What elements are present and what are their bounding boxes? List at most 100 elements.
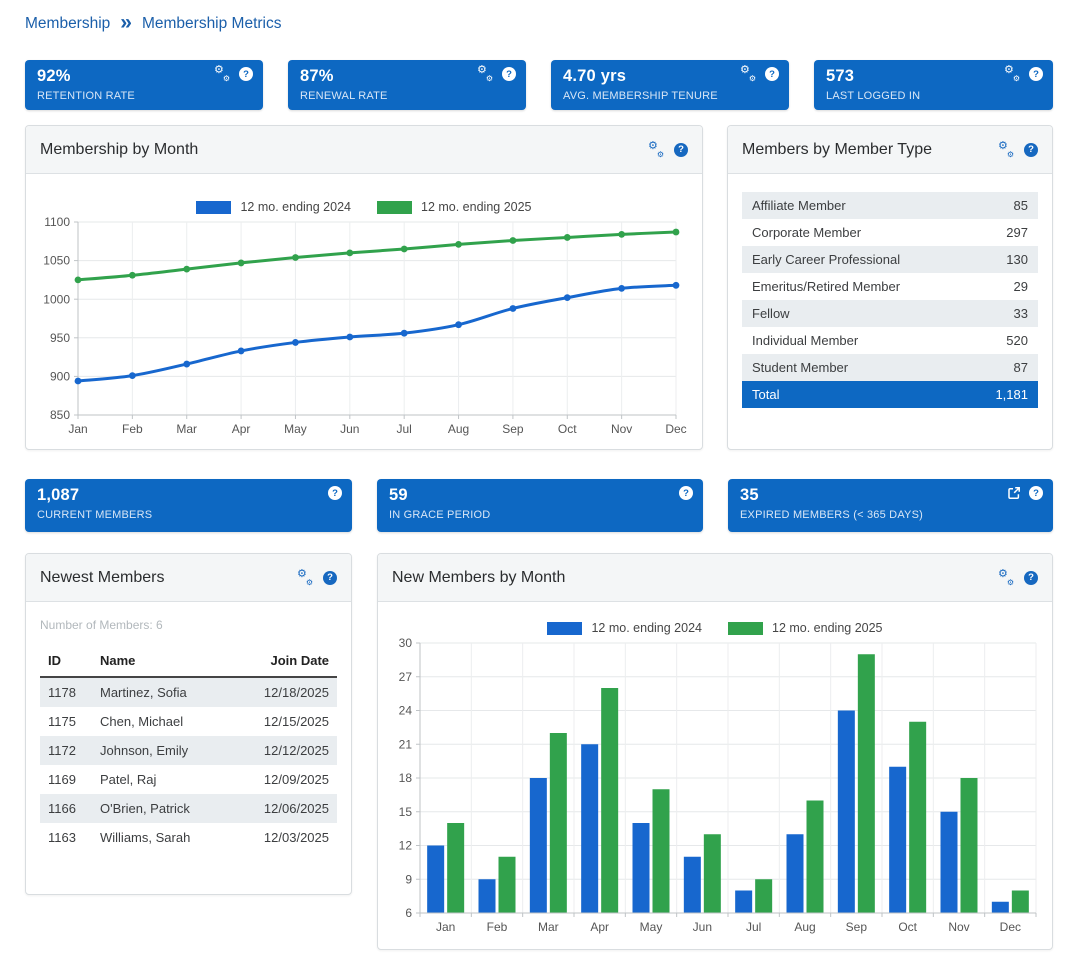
help-icon[interactable]: ? [674, 143, 688, 157]
svg-text:850: 850 [50, 408, 70, 422]
legend-item[interactable]: 12 mo. ending 2024 [196, 200, 351, 214]
help-icon[interactable]: ? [765, 67, 779, 81]
membership-by-month-card: Membership by Month ⚙⚙ ? 12 mo. ending 2… [25, 125, 703, 450]
newest-members-table: ID Name Join Date 1178Martinez, Sofia12/… [40, 647, 337, 852]
card-header: Newest Members ⚙⚙ ? [26, 554, 351, 602]
member-type-name: Fellow [742, 300, 968, 327]
help-icon[interactable]: ? [323, 571, 337, 585]
member-type-name: Emeritus/Retired Member [742, 273, 968, 300]
svg-text:27: 27 [399, 670, 413, 684]
legend-swatch [377, 201, 412, 214]
kpi-label: IN GRACE PERIOD [389, 509, 691, 521]
member-type-row: Emeritus/Retired Member29 [742, 273, 1038, 300]
help-icon[interactable]: ? [328, 486, 342, 500]
breadcrumb-membership-metrics[interactable]: Membership Metrics [142, 15, 282, 33]
help-icon[interactable]: ? [1029, 67, 1043, 81]
svg-text:18: 18 [399, 771, 413, 785]
member-type-count: 29 [968, 273, 1038, 300]
kpi-label: CURRENT MEMBERS [37, 509, 340, 521]
chart-legend: 12 mo. ending 2024 12 mo. ending 2025 [390, 621, 1040, 635]
legend-label: 12 mo. ending 2025 [421, 200, 532, 214]
column-header-join-date: Join Date [245, 647, 337, 677]
svg-text:Oct: Oct [558, 422, 577, 436]
svg-text:Sep: Sep [846, 920, 868, 934]
svg-text:Jun: Jun [340, 422, 359, 436]
new-members-bar-chart: 6912151821242730JanFebMarAprMayJunJulAug… [390, 637, 1040, 941]
table-row: 1169Patel, Raj12/09/2025 [40, 765, 337, 794]
member-type-count: 87 [968, 354, 1038, 381]
settings-icon[interactable]: ⚙⚙ [214, 67, 231, 81]
card-header: New Members by Month ⚙⚙ ? [378, 554, 1052, 602]
kpi-card-expired-members: ? 35 EXPIRED MEMBERS (< 365 DAYS) [728, 479, 1053, 532]
member-join-date: 12/15/2025 [245, 707, 337, 736]
help-icon[interactable]: ? [679, 486, 693, 500]
svg-text:6: 6 [405, 906, 412, 920]
svg-text:Aug: Aug [794, 920, 815, 934]
kpi-value: 35 [740, 486, 1041, 505]
chart-legend: 12 mo. ending 2024 12 mo. ending 2025 [38, 200, 690, 214]
settings-icon[interactable]: ⚙⚙ [1004, 67, 1021, 81]
member-name: Johnson, Emily [92, 736, 245, 765]
help-icon[interactable]: ? [1024, 143, 1038, 157]
legend-swatch [547, 622, 582, 635]
member-type-count: 130 [968, 246, 1038, 273]
svg-text:Apr: Apr [232, 422, 251, 436]
total-label: Total [742, 381, 968, 408]
kpi-card-avg-membership-tenure: ⚙⚙ ? 4.70 yrs AVG. MEMBERSHIP TENURE [551, 60, 789, 110]
help-icon[interactable]: ? [502, 67, 516, 81]
legend-swatch [196, 201, 231, 214]
settings-icon[interactable]: ⚙⚙ [297, 571, 314, 585]
svg-text:9: 9 [405, 872, 412, 886]
table-row: 1172Johnson, Emily12/12/2025 [40, 736, 337, 765]
kpi-label: RETENTION RATE [37, 90, 251, 102]
member-name: Williams, Sarah [92, 823, 245, 852]
table-row: 1166O'Brien, Patrick12/06/2025 [40, 794, 337, 823]
legend-item[interactable]: 12 mo. ending 2025 [728, 621, 883, 635]
settings-icon[interactable]: ⚙⚙ [648, 143, 665, 157]
svg-text:30: 30 [399, 637, 413, 650]
kpi-card-last-logged-in: ⚙⚙ ? 573 LAST LOGGED IN [814, 60, 1053, 110]
help-icon[interactable]: ? [239, 67, 253, 81]
svg-text:Dec: Dec [1000, 920, 1021, 934]
help-icon[interactable]: ? [1024, 571, 1038, 585]
legend-label: 12 mo. ending 2024 [591, 621, 702, 635]
svg-text:Jun: Jun [693, 920, 712, 934]
help-icon[interactable]: ? [1029, 486, 1043, 500]
breadcrumb-membership[interactable]: Membership [25, 15, 110, 33]
member-type-count: 85 [968, 192, 1038, 219]
member-name: O'Brien, Patrick [92, 794, 245, 823]
members-by-member-type-card: Members by Member Type ⚙⚙ ? Affiliate Me… [727, 125, 1053, 450]
membership-line-chart: 850900950100010501100JanFebMarAprMayJunJ… [38, 216, 690, 443]
legend-item[interactable]: 12 mo. ending 2024 [547, 621, 702, 635]
svg-text:Feb: Feb [122, 422, 143, 436]
settings-icon[interactable]: ⚙⚙ [998, 143, 1015, 157]
svg-text:1000: 1000 [43, 292, 70, 306]
breadcrumb: Membership » Membership Metrics [25, 14, 282, 33]
newest-members-table-body: 1178Martinez, Sofia12/18/20251175Chen, M… [40, 677, 337, 852]
member-count-label: Number of Members: 6 [40, 618, 337, 632]
member-name: Martinez, Sofia [92, 677, 245, 707]
member-type-name: Affiliate Member [742, 192, 968, 219]
legend-item[interactable]: 12 mo. ending 2025 [377, 200, 532, 214]
settings-icon[interactable]: ⚙⚙ [477, 67, 494, 81]
svg-text:12: 12 [399, 839, 413, 853]
svg-text:Apr: Apr [590, 920, 609, 934]
member-type-table: Affiliate Member85Corporate Member297Ear… [742, 192, 1038, 408]
member-type-name: Early Career Professional [742, 246, 968, 273]
settings-icon[interactable]: ⚙⚙ [998, 571, 1015, 585]
svg-text:950: 950 [50, 331, 70, 345]
member-type-row: Corporate Member297 [742, 219, 1038, 246]
card-header: Members by Member Type ⚙⚙ ? [728, 126, 1052, 174]
svg-text:Jan: Jan [436, 920, 455, 934]
card-title: Members by Member Type [742, 141, 932, 159]
settings-icon[interactable]: ⚙⚙ [740, 67, 757, 81]
svg-text:Mar: Mar [176, 422, 197, 436]
column-header-name: Name [92, 647, 245, 677]
external-link-icon[interactable] [1007, 486, 1021, 500]
member-id: 1163 [40, 823, 92, 852]
member-type-row: Early Career Professional130 [742, 246, 1038, 273]
member-type-row: Individual Member520 [742, 327, 1038, 354]
svg-text:900: 900 [50, 369, 70, 383]
card-title: Membership by Month [40, 141, 198, 159]
member-join-date: 12/03/2025 [245, 823, 337, 852]
